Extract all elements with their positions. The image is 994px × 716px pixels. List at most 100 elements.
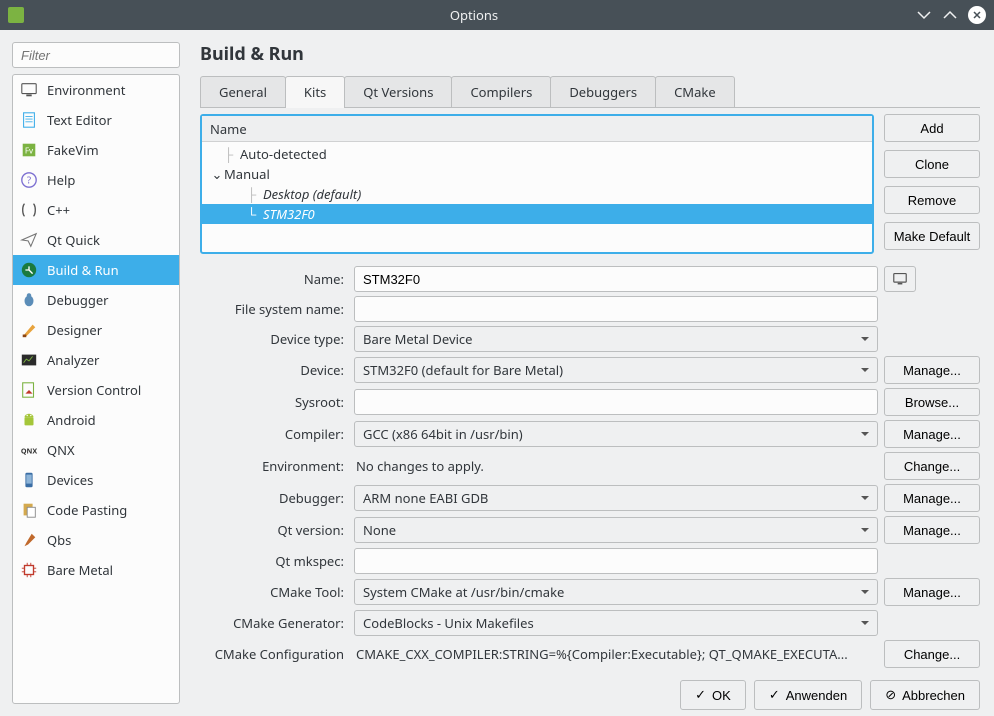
- apply-button[interactable]: ✓Anwenden: [754, 680, 862, 710]
- category-fakevim[interactable]: FvFakeVim: [13, 135, 179, 165]
- tree-header: Name: [202, 116, 872, 142]
- tree-group-manual[interactable]: ⌄Manual: [202, 164, 872, 184]
- window-titlebar: Options: [0, 0, 994, 30]
- device-select[interactable]: STM32F0 (default for Bare Metal): [354, 357, 878, 383]
- cancel-button[interactable]: ⊘Abbrechen: [870, 680, 980, 710]
- devtype-select[interactable]: Bare Metal Device: [354, 326, 878, 352]
- paste-icon: [19, 500, 39, 520]
- sidebar: Environment Text Editor FvFakeVim ?Help …: [0, 30, 190, 716]
- devtype-label: Device type:: [200, 330, 348, 348]
- svg-text:QNX: QNX: [21, 447, 38, 457]
- device-manage-button[interactable]: Manage...: [884, 356, 980, 384]
- category-label: QNX: [47, 441, 75, 459]
- remove-button[interactable]: Remove: [884, 186, 980, 214]
- tree-group-auto[interactable]: ├Auto-detected: [202, 144, 872, 164]
- cmakecfg-value: CMAKE_CXX_COMPILER:STRING=%{Compiler:Exe…: [354, 641, 878, 667]
- ok-button[interactable]: ✓OK: [680, 680, 746, 710]
- svg-text:Fv: Fv: [25, 146, 34, 157]
- tree-item-desktop[interactable]: ├Desktop (default): [202, 184, 872, 204]
- category-bare-metal[interactable]: Bare Metal: [13, 555, 179, 585]
- qnx-icon: QNX: [19, 440, 39, 460]
- phone-icon: [19, 470, 39, 490]
- qtver-select[interactable]: None: [354, 517, 878, 543]
- wrench-icon: [19, 530, 39, 550]
- help-icon: ?: [19, 170, 39, 190]
- device-label: Device:: [200, 361, 348, 379]
- svg-text:?: ?: [27, 173, 32, 187]
- android-icon: [19, 410, 39, 430]
- kits-tree[interactable]: Name ├Auto-detected ⌄Manual ├Desktop (de…: [200, 114, 874, 254]
- chip-icon: [19, 560, 39, 580]
- name-input[interactable]: [354, 266, 878, 292]
- make-default-button[interactable]: Make Default: [884, 222, 980, 250]
- choose-icon-button[interactable]: [884, 266, 916, 292]
- category-qbs[interactable]: Qbs: [13, 525, 179, 555]
- fsname-label: File system name:: [200, 300, 348, 318]
- cmakegen-select[interactable]: CodeBlocks - Unix Makefiles: [354, 610, 878, 636]
- category-label: Qt Quick: [47, 231, 100, 249]
- bug-icon: [19, 290, 39, 310]
- brush-icon: [19, 320, 39, 340]
- document-icon: [19, 110, 39, 130]
- fakevim-icon: Fv: [19, 140, 39, 160]
- category-label: Qbs: [47, 531, 71, 549]
- category-label: Build & Run: [47, 261, 119, 279]
- add-button[interactable]: Add: [884, 114, 980, 142]
- minimize-icon[interactable]: [916, 7, 932, 23]
- category-cpp[interactable]: C++: [13, 195, 179, 225]
- qtver-manage-button[interactable]: Manage...: [884, 516, 980, 544]
- clone-button[interactable]: Clone: [884, 150, 980, 178]
- fsname-input[interactable]: [354, 296, 878, 322]
- mkspec-label: Qt mkspec:: [200, 552, 348, 570]
- tab-kits[interactable]: Kits: [285, 76, 345, 107]
- close-icon[interactable]: [968, 6, 986, 24]
- category-qnx[interactable]: QNX QNX: [13, 435, 179, 465]
- cmakegen-label: CMake Generator:: [200, 614, 348, 632]
- category-debugger[interactable]: Debugger: [13, 285, 179, 315]
- qtver-label: Qt version:: [200, 521, 348, 539]
- sysroot-label: Sysroot:: [200, 393, 348, 411]
- category-devices[interactable]: Devices: [13, 465, 179, 495]
- env-change-button[interactable]: Change...: [884, 452, 980, 480]
- debugger-select[interactable]: ARM none EABI GDB: [354, 485, 878, 511]
- maximize-icon[interactable]: [942, 7, 958, 23]
- category-text-editor[interactable]: Text Editor: [13, 105, 179, 135]
- category-label: Analyzer: [47, 351, 99, 369]
- category-qt-quick[interactable]: Qt Quick: [13, 225, 179, 255]
- cmaketool-manage-button[interactable]: Manage...: [884, 578, 980, 606]
- tree-item-stm32f0[interactable]: └STM32F0: [202, 204, 872, 224]
- category-label: Android: [47, 411, 96, 429]
- tab-debuggers[interactable]: Debuggers: [550, 76, 656, 107]
- category-android[interactable]: Android: [13, 405, 179, 435]
- category-designer[interactable]: Designer: [13, 315, 179, 345]
- category-analyzer[interactable]: Analyzer: [13, 345, 179, 375]
- category-version-control[interactable]: Version Control: [13, 375, 179, 405]
- filter-input[interactable]: [12, 42, 180, 68]
- compiler-manage-button[interactable]: Manage...: [884, 420, 980, 448]
- debugger-manage-button[interactable]: Manage...: [884, 484, 980, 512]
- category-build-run[interactable]: Build & Run: [13, 255, 179, 285]
- category-list: Environment Text Editor FvFakeVim ?Help …: [12, 74, 180, 704]
- chevron-down-icon[interactable]: ⌄: [210, 165, 224, 183]
- page-title: Build & Run: [200, 42, 980, 66]
- window-title: Options: [32, 6, 916, 24]
- compiler-select[interactable]: GCC (x86 64bit in /usr/bin): [354, 421, 878, 447]
- category-label: Help: [47, 171, 75, 189]
- category-code-pasting[interactable]: Code Pasting: [13, 495, 179, 525]
- category-label: Devices: [47, 471, 93, 489]
- tab-compilers[interactable]: Compilers: [451, 76, 551, 107]
- mkspec-input[interactable]: [354, 548, 878, 574]
- tab-general[interactable]: General: [200, 76, 286, 107]
- category-environment[interactable]: Environment: [13, 75, 179, 105]
- tab-qt-versions[interactable]: Qt Versions: [344, 76, 452, 107]
- vcs-icon: [19, 380, 39, 400]
- cmakecfg-change-button[interactable]: Change...: [884, 640, 980, 668]
- monitor-icon: [19, 80, 39, 100]
- sysroot-browse-button[interactable]: Browse...: [884, 388, 980, 416]
- category-label: Debugger: [47, 291, 109, 309]
- category-help[interactable]: ? Help: [13, 165, 179, 195]
- sysroot-input[interactable]: [354, 389, 878, 415]
- cmaketool-label: CMake Tool:: [200, 583, 348, 601]
- cmaketool-select[interactable]: System CMake at /usr/bin/cmake: [354, 579, 878, 605]
- tab-cmake[interactable]: CMake: [655, 76, 735, 107]
